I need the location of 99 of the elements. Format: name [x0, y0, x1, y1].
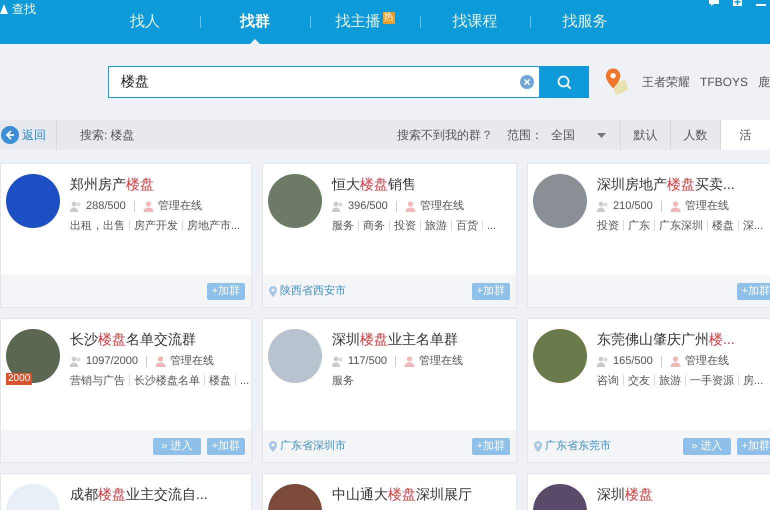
hot-search-tag[interactable]: TFBOYS — [700, 73, 748, 91]
search-button[interactable] — [540, 66, 589, 98]
search-field[interactable]: 楼盘 — [108, 66, 540, 98]
sort-tab[interactable]: 活 — [720, 120, 770, 150]
member-count: 288/500 — [86, 199, 126, 214]
group-tag: 投资 — [597, 218, 619, 234]
members-icon — [597, 356, 609, 367]
group-card[interactable]: 深圳楼盘业主名单群 117/500 管理在线 服务 广东省深圳市 +加群 — [262, 318, 517, 463]
members-icon — [70, 356, 82, 367]
member-count: 117/500 — [348, 354, 387, 369]
group-location: 陕西省西安市 — [280, 284, 346, 299]
member-count: 1097/2000 — [86, 354, 138, 369]
hot-search-tag[interactable]: 王者荣耀 — [642, 73, 690, 91]
admin-status: 管理在线 — [420, 199, 464, 214]
group-title[interactable]: 成都楼盘业主交流自... — [70, 484, 208, 504]
location-pin-icon — [534, 440, 542, 452]
group-tag: ... — [240, 372, 250, 389]
search-query: 搜索: 楼盘 — [80, 127, 135, 144]
hot-badge: 热 — [382, 12, 394, 24]
group-avatar — [268, 329, 322, 383]
group-tag: 出租，出售 — [70, 218, 125, 234]
group-tag: 房地产市... — [187, 218, 240, 234]
group-tag: ... — [487, 218, 496, 234]
chat-icon[interactable] — [709, 0, 719, 6]
group-tag: 商务 — [363, 218, 385, 234]
scope-label: 范围： — [507, 127, 543, 144]
admin-status: 管理在线 — [684, 199, 729, 214]
not-found-link[interactable]: 搜索不到我的群？ — [397, 126, 493, 144]
group-card[interactable]: 恒大楼盘销售 396/500 管理在线 服务 商务 投资 旅游 百货 ... 陕西省西安市 +加群 — [262, 163, 517, 308]
person-icon — [670, 200, 681, 212]
group-title[interactable]: 深圳房地产楼盘买卖... — [597, 174, 764, 194]
group-tag: 一手资源 — [690, 372, 734, 389]
members-icon — [332, 200, 344, 212]
map-pin-icon[interactable] — [604, 67, 628, 97]
group-tag: 深... — [743, 218, 764, 234]
group-tag: 服务 — [332, 372, 354, 389]
group-card[interactable]: 成都楼盘业主交流自... — [0, 473, 252, 510]
group-tag: 广东 — [628, 218, 650, 234]
group-avatar — [268, 174, 322, 228]
caret-icon — [597, 132, 606, 138]
person-icon — [155, 356, 166, 367]
group-tag: 旅游 — [659, 372, 681, 389]
group-avatar — [6, 329, 60, 383]
group-location: 广东省深圳市 — [280, 438, 346, 454]
app-icon — [0, 4, 8, 14]
location-pin-icon — [269, 286, 277, 296]
group-tag: 房产开发 — [134, 218, 178, 234]
group-card[interactable]: 东莞佛山肇庆广州楼... 165/500 管理在线 咨询 交友 旅游 一手资源 房... 广东省东莞市 » 进入 +加群 — [527, 318, 770, 463]
group-tag: 百货 — [456, 218, 478, 234]
group-tag: 营销与广告 — [70, 372, 125, 389]
hot-search-tag[interactable]: 鹿 — [758, 73, 770, 91]
group-tag: 楼盘 — [712, 218, 734, 234]
person-icon — [142, 200, 154, 212]
avatar-badge: 2000 — [6, 373, 32, 385]
members-icon — [332, 356, 344, 367]
group-title[interactable]: 长沙楼盘名单交流群 — [70, 329, 246, 349]
group-tag: 服务 — [332, 218, 354, 234]
group-avatar — [533, 329, 587, 383]
group-card[interactable]: 郑州房产楼盘 288/500 管理在线 出租，出售 房产开发 房地产市... +加群 — [0, 163, 252, 308]
clear-icon[interactable] — [520, 75, 534, 89]
group-title[interactable]: 东莞佛山肇庆广州楼... — [597, 329, 764, 349]
group-tag: 旅游 — [425, 218, 447, 234]
member-count: 165/500 — [613, 354, 653, 369]
group-avatar — [6, 174, 60, 228]
person-icon — [404, 356, 415, 367]
search-icon — [556, 74, 572, 90]
group-tag: 房... — [743, 372, 764, 389]
scope-dropdown[interactable]: 全国 — [551, 126, 606, 144]
group-tag: 投资 — [394, 218, 416, 234]
location-pin-icon — [269, 440, 277, 452]
window-title: 查找 — [12, 1, 36, 18]
group-card[interactable]: 2000 长沙楼盘名单交流群 1097/2000 管理在线 营销与广告 长沙楼盘名单 楼盘 ... » 进入 +加群 — [0, 318, 252, 463]
members-icon — [70, 200, 82, 212]
group-tag: 长沙楼盘名单 — [134, 372, 200, 389]
member-count: 210/500 — [613, 199, 653, 214]
group-title[interactable]: 深圳楼盘业主名单群 — [332, 329, 463, 349]
group-title[interactable]: 深圳楼盘 — [597, 484, 653, 504]
group-avatar — [533, 174, 587, 228]
admin-status: 管理在线 — [170, 354, 214, 369]
maximize-icon[interactable] — [733, 0, 742, 6]
group-card[interactable]: 中山通大楼盘深圳展厅 — [262, 473, 517, 510]
member-count: 396/500 — [348, 199, 388, 214]
group-tag: 楼盘 — [209, 372, 231, 389]
group-title[interactable]: 郑州房产楼盘 — [70, 174, 240, 194]
group-card[interactable]: 深圳房地产楼盘买卖... 210/500 管理在线 投资 广东 广东深圳 楼盘 深... +加群 — [527, 163, 770, 308]
group-tag: 广东深圳 — [659, 218, 703, 234]
group-location: 广东省东莞市 — [545, 438, 611, 454]
admin-status: 管理在线 — [158, 199, 202, 214]
admin-status: 管理在线 — [684, 354, 729, 369]
sort-tab[interactable]: 默认 — [620, 120, 670, 150]
group-title[interactable]: 恒大楼盘销售 — [332, 174, 496, 194]
group-title[interactable]: 中山通大楼盘深圳展厅 — [332, 484, 472, 504]
members-icon — [597, 200, 609, 212]
person-icon — [404, 200, 416, 212]
group-tag: 交友 — [628, 372, 650, 389]
admin-status: 管理在线 — [418, 354, 463, 369]
person-icon — [670, 356, 681, 367]
group-tag: 咨询 — [597, 372, 619, 389]
group-card[interactable]: 深圳楼盘 — [527, 473, 770, 510]
